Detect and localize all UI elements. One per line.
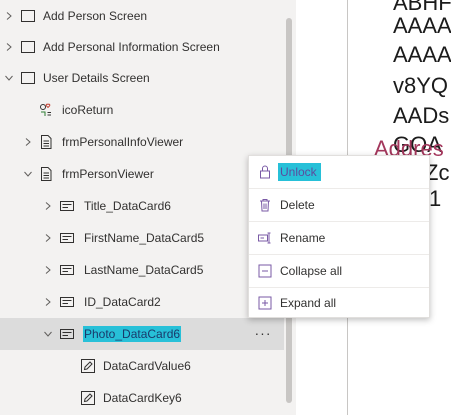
canvas-text-line: 1 [429, 186, 442, 211]
menu-item-rename[interactable]: Rename [249, 222, 429, 254]
tree-item-label: Add Person Screen [43, 9, 148, 23]
lock-icon [258, 165, 272, 179]
canvas-text-line: AAAA [393, 42, 451, 67]
tree-item-add-person-screen[interactable]: Add Person Screen [0, 0, 284, 32]
tree-item-label: DataCardKey6 [103, 391, 182, 405]
menu-item-label: Rename [280, 231, 326, 245]
image-edit-icon [81, 359, 95, 373]
chevron-right-icon[interactable] [4, 42, 14, 52]
chevron-right-icon[interactable] [43, 265, 53, 275]
screen-icon [21, 9, 35, 23]
tree-item-label: frmPersonalInfoViewer [62, 135, 184, 149]
chevron-down-icon[interactable] [23, 169, 33, 179]
tree-item-frmpersonviewer[interactable]: frmPersonViewer [0, 158, 284, 190]
tree-item-add-personal-information-screen[interactable]: Add Personal Information Screen [0, 31, 284, 63]
icon-control-icon [39, 103, 53, 117]
chevron-down-icon[interactable] [4, 73, 14, 83]
menu-item-collapse-all[interactable]: Collapse all [249, 255, 429, 287]
screen-icon [21, 40, 35, 54]
tree-item-user-details-screen[interactable]: User Details Screen [0, 62, 284, 94]
menu-item-label: Expand all [280, 296, 337, 310]
tree-item-lastname-datacard5[interactable]: LastName_DataCard5 [0, 254, 284, 286]
datacard-icon [60, 327, 74, 341]
menu-item-label: Unlock [278, 163, 321, 181]
collapse-icon [258, 264, 272, 278]
chevron-right-icon[interactable] [43, 297, 53, 307]
context-menu: Unlock Delete Rename Collapse all Expand… [248, 155, 430, 318]
tree-item-datacardkey6[interactable]: DataCardKey6 [0, 382, 284, 414]
label-edit-icon [81, 391, 95, 405]
chevron-right-icon[interactable] [43, 233, 53, 243]
canvas-text-line: v8YQ [393, 73, 449, 98]
canvas-text-line: AAAA [393, 13, 451, 38]
form-icon [39, 167, 53, 181]
tree-item-firstname-datacard5[interactable]: FirstName_DataCard5 [0, 222, 284, 254]
chevron-right-icon[interactable] [23, 137, 33, 147]
tree-item-label: frmPersonViewer [62, 167, 154, 181]
tree-item-label: FirstName_DataCard5 [84, 231, 205, 245]
tree-item-title-datacard6[interactable]: Title_DataCard6 [0, 190, 284, 222]
more-options-button[interactable]: ··· [250, 320, 276, 346]
chevron-right-icon[interactable] [43, 201, 53, 211]
chevron-right-icon[interactable] [4, 11, 14, 21]
chevron-down-icon[interactable] [43, 329, 53, 339]
tree-item-photo-datacard6[interactable]: Photo_DataCard6 [0, 318, 284, 350]
tree-item-label: DataCardValue6 [103, 359, 191, 373]
tree-item-label: ID_DataCard2 [84, 295, 161, 309]
tree-item-label: Add Personal Information Screen [43, 40, 220, 54]
tree-item-icoreturn[interactable]: icoReturn [0, 94, 284, 126]
canvas-text-line: AADs [393, 103, 450, 128]
datacard-icon [60, 263, 74, 277]
tree-item-label: icoReturn [62, 103, 114, 117]
datacard-icon [60, 295, 74, 309]
datacard-icon [60, 231, 74, 245]
datacard-icon [60, 199, 74, 213]
tree-item-label: Photo_DataCard6 [83, 326, 182, 342]
screen-icon [21, 71, 35, 85]
tree-item-datacardvalue6[interactable]: DataCardValue6 [0, 350, 284, 382]
rename-icon [258, 231, 272, 245]
tree-item-label: LastName_DataCard5 [84, 263, 204, 277]
menu-item-label: Delete [280, 198, 315, 212]
tree-item-frmpersonalinfoviewer[interactable]: frmPersonalInfoViewer [0, 126, 284, 158]
expand-icon [258, 296, 272, 310]
form-icon [39, 135, 53, 149]
tree-item-id-datacard2[interactable]: ID_DataCard2 [0, 286, 284, 318]
tree-item-label: User Details Screen [43, 71, 150, 85]
menu-item-label: Collapse all [280, 264, 343, 278]
menu-item-delete[interactable]: Delete [249, 189, 429, 221]
menu-item-expand-all[interactable]: Expand all [249, 287, 429, 319]
menu-item-unlock[interactable]: Unlock [249, 156, 429, 188]
trash-icon [258, 198, 272, 212]
tree-item-label: Title_DataCard6 [84, 199, 171, 213]
